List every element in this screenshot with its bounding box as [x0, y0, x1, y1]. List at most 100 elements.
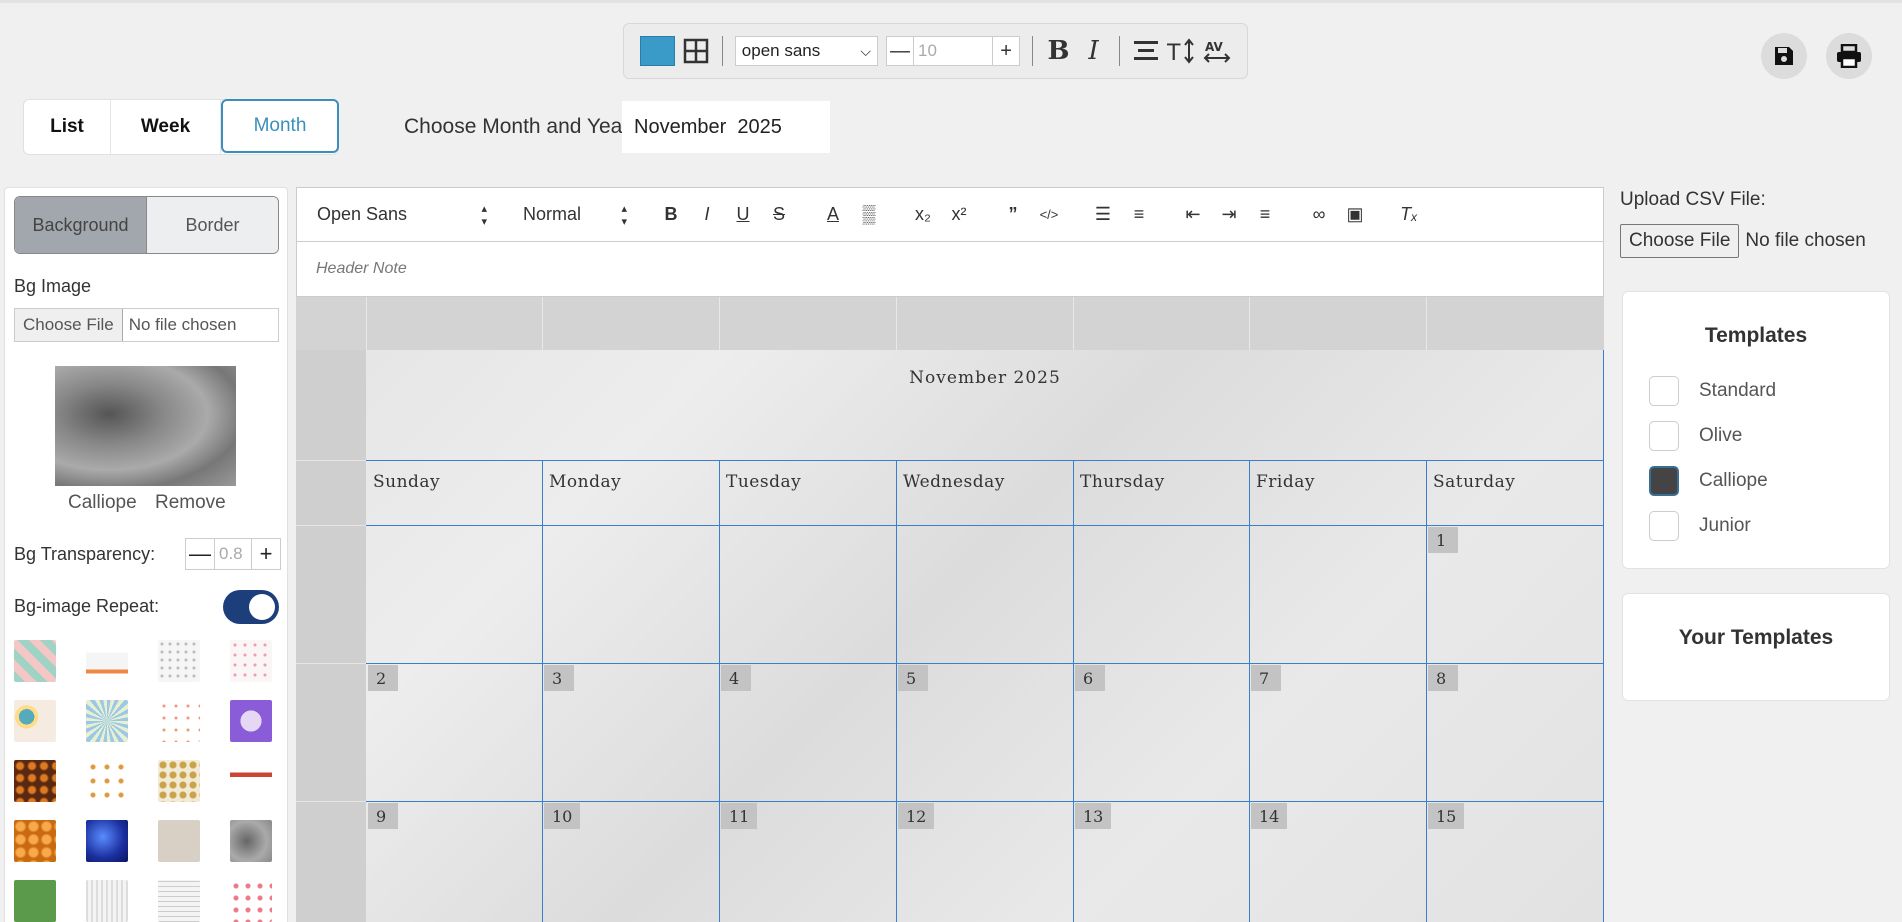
decrease-transparency-button[interactable]: —: [186, 539, 214, 569]
bg-thumbnail[interactable]: [158, 700, 200, 742]
tab-month[interactable]: Month: [221, 99, 339, 153]
bg-repeat-toggle[interactable]: [223, 590, 279, 624]
date-badge[interactable]: 15: [1428, 803, 1465, 829]
calendar-title[interactable]: November 2025: [366, 350, 1604, 460]
bg-thumbnail[interactable]: [158, 760, 200, 802]
font-family-select[interactable]: open sans ⌵: [734, 36, 879, 66]
template-checkbox[interactable]: [1649, 421, 1679, 451]
date-badge[interactable]: 7: [1251, 665, 1281, 691]
italic-button[interactable]: I: [1080, 36, 1107, 66]
indent-icon[interactable]: ⇥: [1211, 204, 1247, 225]
date-badge[interactable]: 11: [721, 803, 758, 829]
template-checkbox[interactable]: [1649, 511, 1679, 541]
text-color-icon[interactable]: A: [815, 204, 851, 225]
bg-thumbnail[interactable]: [230, 820, 272, 862]
date-badge[interactable]: 10: [544, 803, 581, 829]
bg-transparency-stepper[interactable]: — 0.8 +: [185, 538, 281, 570]
grid-icon[interactable]: [683, 36, 710, 66]
header-cell[interactable]: [896, 297, 1073, 350]
image-icon[interactable]: ▣: [1337, 204, 1373, 225]
choose-file-button[interactable]: Choose File: [15, 309, 123, 341]
increase-size-button[interactable]: +: [993, 40, 1019, 63]
bg-thumbnail[interactable]: [86, 640, 128, 682]
date-badge[interactable]: 3: [544, 665, 574, 691]
save-button[interactable]: [1761, 33, 1807, 79]
template-olive[interactable]: Olive: [1649, 421, 1742, 451]
header-cell[interactable]: [1073, 297, 1249, 350]
editor-font-select[interactable]: Open Sans ▴ ▾: [317, 202, 487, 228]
remove-image-link[interactable]: Remove: [155, 492, 226, 514]
bg-thumbnail[interactable]: [230, 760, 272, 802]
date-badge[interactable]: 6: [1075, 665, 1105, 691]
header-cell[interactable]: [366, 297, 542, 350]
color-picker[interactable]: [640, 36, 675, 66]
header-cell[interactable]: [1249, 297, 1426, 350]
template-junior[interactable]: Junior: [1649, 511, 1751, 541]
text-height-icon[interactable]: T: [1167, 36, 1195, 66]
editor-size-select[interactable]: Normal ▴ ▾: [523, 202, 627, 228]
code-block-icon[interactable]: </>: [1031, 207, 1067, 222]
header-note-input[interactable]: Header Note: [297, 242, 1603, 278]
date-badge[interactable]: 12: [898, 803, 935, 829]
bg-thumbnail[interactable]: [14, 700, 56, 742]
bg-thumbnail[interactable]: [14, 880, 56, 922]
tab-week[interactable]: Week: [111, 100, 221, 154]
date-badge[interactable]: 13: [1075, 803, 1112, 829]
bg-thumbnail[interactable]: [158, 820, 200, 862]
decrease-size-button[interactable]: —: [887, 40, 913, 63]
superscript-icon[interactable]: x²: [941, 204, 977, 225]
bullet-list-icon[interactable]: ≡: [1121, 204, 1157, 225]
italic-icon[interactable]: I: [689, 204, 725, 225]
font-size-input[interactable]: 10: [913, 37, 994, 65]
bg-thumbnail[interactable]: [86, 820, 128, 862]
subscript-icon[interactable]: x₂: [905, 204, 941, 225]
font-size-stepper[interactable]: — 10 +: [886, 36, 1021, 66]
date-badge[interactable]: 9: [368, 803, 398, 829]
date-badge[interactable]: 4: [721, 665, 751, 691]
choose-csv-button[interactable]: Choose File: [1620, 224, 1740, 258]
ordered-list-icon[interactable]: ☰: [1085, 204, 1121, 225]
date-badge[interactable]: 2: [368, 665, 398, 691]
align-center-icon[interactable]: [1132, 36, 1159, 66]
bg-thumbnail[interactable]: [14, 640, 56, 682]
increase-transparency-button[interactable]: +: [252, 539, 280, 569]
print-button[interactable]: [1826, 33, 1872, 79]
header-cell[interactable]: [542, 297, 719, 350]
date-badge[interactable]: 5: [898, 665, 928, 691]
date-badge[interactable]: 8: [1428, 665, 1458, 691]
bg-thumbnail[interactable]: [158, 880, 200, 922]
strike-icon[interactable]: S: [761, 204, 797, 225]
template-checkbox-checked[interactable]: [1649, 466, 1679, 496]
date-badge[interactable]: 14: [1251, 803, 1288, 829]
bg-thumbnail[interactable]: [230, 640, 272, 682]
background-color-icon[interactable]: ▒: [851, 204, 887, 225]
bg-image-file-input[interactable]: Choose File No file chosen: [14, 308, 279, 342]
bold-button[interactable]: B: [1045, 36, 1072, 66]
bg-thumbnail[interactable]: [158, 640, 200, 682]
align-icon[interactable]: ≡: [1247, 204, 1283, 225]
outdent-icon[interactable]: ⇤: [1175, 204, 1211, 225]
bg-thumbnail[interactable]: [14, 760, 56, 802]
link-icon[interactable]: ∞: [1301, 204, 1337, 225]
header-cell[interactable]: [719, 297, 896, 350]
date-badge[interactable]: 1: [1428, 527, 1458, 553]
header-cell[interactable]: [1426, 297, 1604, 350]
tab-list[interactable]: List: [24, 100, 111, 154]
template-standard[interactable]: Standard: [1649, 376, 1776, 406]
letter-spacing-icon[interactable]: AV: [1203, 36, 1231, 66]
bg-thumbnail[interactable]: [230, 700, 272, 742]
bg-thumbnail[interactable]: [14, 820, 56, 862]
tab-border[interactable]: Border: [147, 197, 278, 253]
transparency-input[interactable]: 0.8: [214, 539, 252, 569]
bg-thumbnail[interactable]: [230, 880, 272, 922]
template-calliope[interactable]: Calliope: [1649, 466, 1768, 496]
bold-icon[interactable]: B: [653, 204, 689, 225]
bg-thumbnail[interactable]: [86, 700, 128, 742]
template-checkbox[interactable]: [1649, 376, 1679, 406]
tab-background[interactable]: Background: [15, 197, 147, 253]
underline-icon[interactable]: U: [725, 204, 761, 225]
bg-thumbnail[interactable]: [86, 880, 128, 922]
blockquote-icon[interactable]: ”: [995, 204, 1031, 225]
clear-format-icon[interactable]: Tₓ: [1391, 204, 1427, 225]
month-year-input[interactable]: November 2025: [622, 101, 830, 153]
